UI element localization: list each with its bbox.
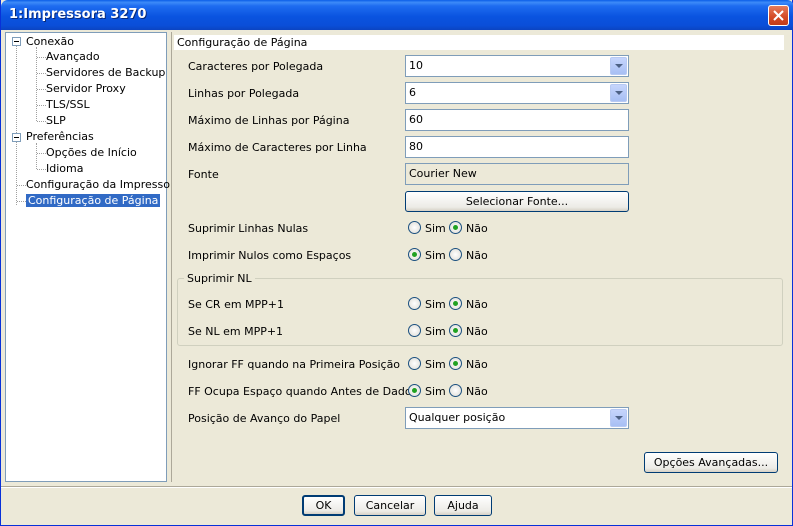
tree-item-configuracao-pagina[interactable]: Configuração de Página xyxy=(26,194,161,207)
cpp-select[interactable]: 10 xyxy=(405,55,629,77)
nl-mpp-no-radio[interactable] xyxy=(449,324,462,337)
cpp-label: Caracteres por Polegada xyxy=(188,60,324,73)
collapse-icon[interactable] xyxy=(12,37,21,46)
navigation-tree: Conexão Avançado Servidores de Backup Se… xyxy=(5,32,181,482)
chevron-down-icon[interactable] xyxy=(610,409,627,427)
window-title: 1:Impressora 3270 xyxy=(9,7,147,22)
ignore-ff-yes-label: Sim xyxy=(425,358,446,371)
cancel-button[interactable]: Cancelar xyxy=(354,495,426,516)
close-icon xyxy=(773,10,784,21)
ignore-ff-no-radio[interactable] xyxy=(449,357,462,370)
print-nulls-no-label: Não xyxy=(466,249,488,262)
chevron-down-icon[interactable] xyxy=(610,84,627,102)
ff-space-label: FF Ocupa Espaço quando Antes de Dados xyxy=(188,385,418,398)
cr-mpp-yes-label: Sim xyxy=(425,298,446,311)
lpp-select[interactable]: 6 xyxy=(405,82,629,104)
lpp-label: Linhas por Polegada xyxy=(188,87,300,100)
paper-advance-label: Posição de Avanço do Papel xyxy=(188,412,341,425)
suppress-null-lines-yes-label: Sim xyxy=(425,222,446,235)
advanced-options-button[interactable]: Opções Avançadas... xyxy=(644,452,778,473)
footer-separator xyxy=(1,486,792,488)
ff-space-yes-label: Sim xyxy=(425,385,446,398)
font-field: Courier New xyxy=(405,163,629,185)
suppress-nl-legend: Suprimir NL xyxy=(184,272,255,285)
chevron-down-icon[interactable] xyxy=(610,57,627,75)
tree-item-opcoes-inicio[interactable]: Opções de Início xyxy=(46,146,137,159)
tree-line xyxy=(36,47,37,121)
close-button[interactable] xyxy=(768,5,789,26)
tree-item-preferencias[interactable]: Preferências xyxy=(26,130,94,143)
tree-item-tls-ssl[interactable]: TLS/SSL xyxy=(46,98,90,111)
cr-mpp-no-radio[interactable] xyxy=(449,297,462,310)
tree-line xyxy=(36,143,37,169)
cpp-value: 10 xyxy=(409,59,423,72)
page-setup-panel: Configuração de Página Caracteres por Po… xyxy=(171,32,790,482)
ignore-ff-no-label: Não xyxy=(466,358,488,371)
title-bar: 1:Impressora 3270 xyxy=(1,0,793,30)
font-label: Fonte xyxy=(188,168,219,181)
cr-mpp-yes-radio[interactable] xyxy=(408,297,421,310)
select-font-button[interactable]: Selecionar Fonte... xyxy=(405,191,629,212)
tree-line xyxy=(16,45,17,205)
print-nulls-yes-radio[interactable] xyxy=(408,248,421,261)
print-nulls-label: Imprimir Nulos como Espaços xyxy=(188,249,352,262)
nl-mpp-yes-label: Sim xyxy=(425,325,446,338)
max-lines-label: Máximo de Linhas por Página xyxy=(188,114,350,127)
nl-mpp-label: Se NL em MPP+1 xyxy=(188,325,284,338)
panel-header: Configuração de Página xyxy=(174,35,784,50)
tree-item-servidor-proxy[interactable]: Servidor Proxy xyxy=(46,82,126,95)
tree-item-configuracao-impressora[interactable]: Configuração da Impressora xyxy=(26,178,181,191)
suppress-null-lines-no-radio[interactable] xyxy=(449,221,462,234)
ff-space-no-radio[interactable] xyxy=(449,384,462,397)
max-chars-label: Máximo de Caracteres por Linha xyxy=(188,141,367,154)
ignore-ff-yes-radio[interactable] xyxy=(408,357,421,370)
suppress-null-lines-no-label: Não xyxy=(466,222,488,235)
ignore-ff-label: Ignorar FF quando na Primeira Posição xyxy=(188,358,401,371)
nl-mpp-yes-radio[interactable] xyxy=(408,324,421,337)
collapse-icon[interactable] xyxy=(12,133,21,142)
tree-item-conexao[interactable]: Conexão xyxy=(26,35,74,48)
tree-item-avancado[interactable]: Avançado xyxy=(46,50,100,63)
print-nulls-yes-label: Sim xyxy=(425,249,446,262)
max-chars-input[interactable]: 80 xyxy=(405,136,629,158)
dialog-window: 1:Impressora 3270 Conexão Avançado Servi… xyxy=(0,0,793,526)
print-nulls-no-radio[interactable] xyxy=(449,248,462,261)
nl-mpp-no-label: Não xyxy=(466,325,488,338)
cr-mpp-no-label: Não xyxy=(466,298,488,311)
suppress-null-lines-label: Suprimir Linhas Nulas xyxy=(188,222,309,235)
ff-space-yes-radio[interactable] xyxy=(408,384,421,397)
help-button[interactable]: Ajuda xyxy=(434,495,492,516)
paper-advance-value: Qualquer posição xyxy=(409,411,506,424)
tree-item-servidores-backup[interactable]: Servidores de Backup xyxy=(46,66,165,79)
ok-button[interactable]: OK xyxy=(302,495,345,516)
suppress-null-lines-yes-radio[interactable] xyxy=(408,221,421,234)
cr-mpp-label: Se CR em MPP+1 xyxy=(188,298,285,311)
tree-item-slp[interactable]: SLP xyxy=(46,114,66,127)
ff-space-no-label: Não xyxy=(466,385,488,398)
lpp-value: 6 xyxy=(409,86,416,99)
paper-advance-select[interactable]: Qualquer posição xyxy=(405,407,629,429)
tree-item-idioma[interactable]: Idioma xyxy=(46,162,83,175)
max-lines-input[interactable]: 60 xyxy=(405,109,629,131)
